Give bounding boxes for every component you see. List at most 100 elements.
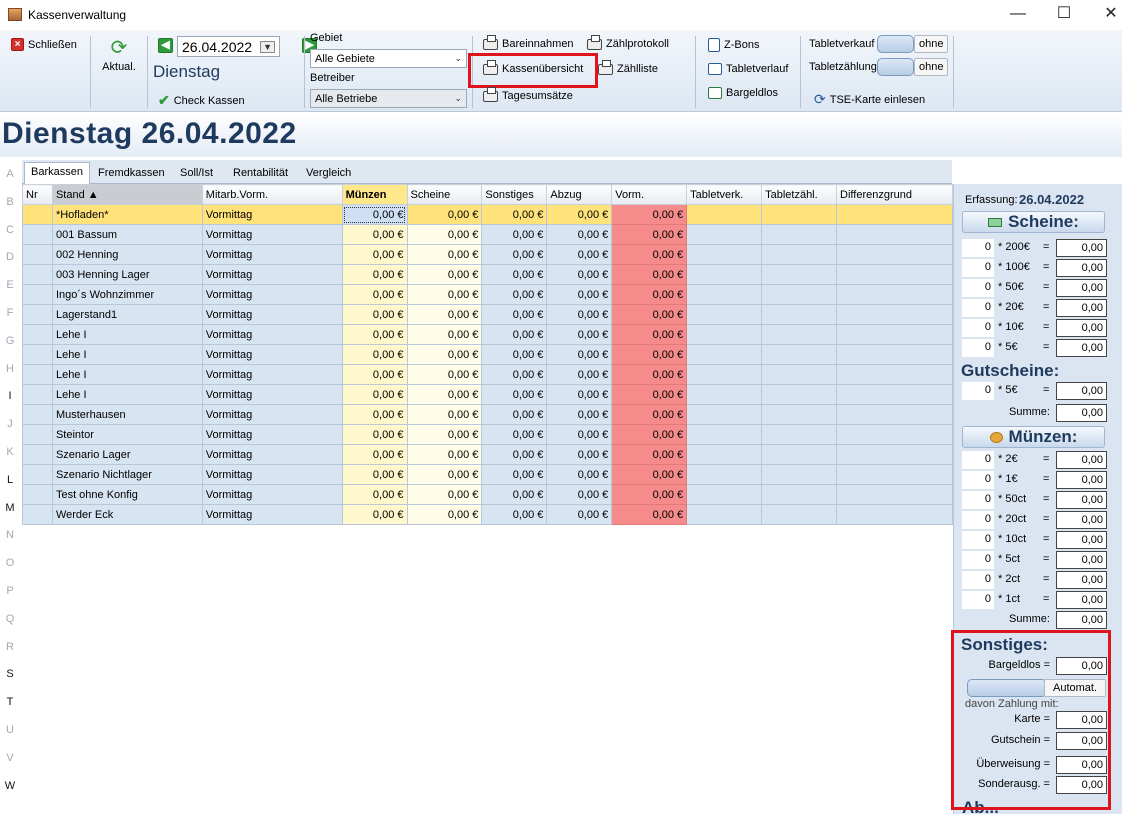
previous-day-button[interactable]: ◀ [158,38,173,53]
schein-count[interactable]: 0 [962,279,994,297]
letter-index-item[interactable]: H [0,363,20,375]
tagesumsaetze-button[interactable]: Tagesumsätze [483,86,573,102]
tab-soll-ist[interactable]: Soll/Ist [174,164,219,184]
letter-index-item[interactable]: F [0,307,20,319]
letter-index-item[interactable]: E [0,279,20,291]
cell-muenzen[interactable]: 0,00 € [341,264,408,285]
cell-abzug[interactable]: 0,00 € [546,364,613,385]
cell-tabletzaehl[interactable] [761,344,838,365]
cell-mitarb[interactable]: Vormittag [201,424,343,445]
cell-nr[interactable] [22,244,53,265]
cell-abzug[interactable]: 0,00 € [546,324,613,345]
cell-stand[interactable]: 001 Bassum [51,224,203,245]
cell-tabletzaehl[interactable] [761,244,838,265]
cell-mitarb[interactable]: Vormittag [201,264,343,285]
cell-stand[interactable]: Szenario Nichtlager [51,464,203,485]
cell-muenzen[interactable]: 0,00 € [341,284,408,305]
table-row[interactable]: Lehe I Vormittag 0,00 €0,00 €0,00 €0,00 €0… [22,384,953,405]
cell-tabletverk[interactable] [686,364,763,385]
column-header-sonstiges[interactable]: Sonstiges [481,184,548,205]
column-header-stand[interactable]: Stand ▲ [51,184,203,205]
cell-sonstiges[interactable]: 0,00 € [481,264,548,285]
bareinnahmen-button[interactable]: Bareinnahmen [483,34,574,50]
cell-tabletzaehl[interactable] [761,404,838,425]
cell-tabletverk[interactable] [686,304,763,325]
column-header-differenzgrund[interactable]: Differenzgrund [836,184,953,205]
table-row[interactable]: Steintor Vormittag 0,00 €0,00 €0,00 €0,00 … [22,424,953,445]
cell-nr[interactable] [22,364,53,385]
cell-stand[interactable]: Lehe I [51,364,203,385]
muenze-count[interactable]: 0 [962,491,994,509]
cell-vorm[interactable]: 0,00 € [611,264,688,285]
table-row[interactable]: Szenario Nichtlager Vormittag 0,00 €0,00 €… [22,464,953,485]
cell-differenzgrund[interactable] [836,404,953,425]
cell-scheine[interactable]: 0,00 € [406,304,483,325]
cell-nr[interactable] [22,324,53,345]
cell-scheine[interactable]: 0,00 € [406,484,483,505]
tabletzaehlung-ohne-button[interactable]: ohne [914,58,949,76]
cell-vorm[interactable]: 0,00 € [611,424,688,445]
cell-differenzgrund[interactable] [836,284,953,305]
cell-scheine[interactable]: 0,00 € [406,364,483,385]
tab-barkassen[interactable]: Barkassen [24,162,90,184]
cell-tabletverk[interactable] [686,344,763,365]
tabletverkauf-ohne-button[interactable]: ohne [914,35,949,53]
cell-scheine[interactable]: 0,00 € [406,464,483,485]
table-row[interactable]: Lehe I Vormittag 0,00 €0,00 €0,00 €0,00 €0… [22,324,953,345]
letter-index-item[interactable]: K [0,446,20,458]
cell-nr[interactable] [22,504,53,525]
cell-scheine[interactable]: 0,00 € [406,324,483,345]
cell-scheine[interactable]: 0,00 € [406,204,483,225]
table-row[interactable]: Lehe I Vormittag 0,00 €0,00 €0,00 €0,00 €0… [22,344,953,365]
cell-stand[interactable]: Lehe I [51,324,203,345]
letter-index-item[interactable]: V [0,752,20,764]
cell-tabletverk[interactable] [686,284,763,305]
close-window-button[interactable]: ✕ [1088,4,1122,26]
letter-index-item[interactable]: R [0,641,20,653]
cell-abzug[interactable]: 0,00 € [546,204,613,225]
cell-tabletzaehl[interactable] [761,204,838,225]
cell-muenzen[interactable]: 0,00 € [341,404,408,425]
muenze-count[interactable]: 0 [962,471,994,489]
cell-stand[interactable]: Test ohne Konfig [51,484,203,505]
cell-mitarb[interactable]: Vormittag [201,404,343,425]
cell-stand[interactable]: Lehe I [51,384,203,405]
letter-index-item[interactable]: N [0,529,20,541]
cell-differenzgrund[interactable] [836,204,953,225]
cell-scheine[interactable]: 0,00 € [406,424,483,445]
betreiber-select[interactable]: Alle Betriebe ⌄ [310,89,467,108]
close-button[interactable]: × Schließen [11,38,77,51]
cell-tabletverk[interactable] [686,224,763,245]
cell-nr[interactable] [22,344,53,365]
zbons-button[interactable]: Z-Bons [708,38,759,52]
letter-index-item[interactable]: B [0,196,20,208]
cell-stand[interactable]: Musterhausen [51,404,203,425]
date-picker[interactable]: 26.04.2022 ▼ [177,36,280,57]
cell-tabletzaehl[interactable] [761,304,838,325]
cell-tabletverk[interactable] [686,444,763,465]
cell-nr[interactable] [22,284,53,305]
letter-index-item[interactable]: G [0,335,20,347]
table-row[interactable]: 002 Henning Vormittag 0,00 €0,00 €0,00 €0,… [22,244,953,265]
kassenuebersicht-button[interactable]: Kassenübersicht [483,59,583,75]
cell-vorm[interactable]: 0,00 € [611,284,688,305]
cell-muenzen[interactable]: 0,00 € [341,504,408,525]
cell-abzug[interactable]: 0,00 € [546,444,613,465]
column-header-tabletverk[interactable]: Tabletverk. [686,184,763,205]
cell-abzug[interactable]: 0,00 € [546,424,613,445]
cell-scheine[interactable]: 0,00 € [406,264,483,285]
cell-mitarb[interactable]: Vormittag [201,224,343,245]
cell-sonstiges[interactable]: 0,00 € [481,384,548,405]
cell-tabletzaehl[interactable] [761,264,838,285]
cell-differenzgrund[interactable] [836,324,953,345]
cell-tabletzaehl[interactable] [761,464,838,485]
cell-nr[interactable] [22,404,53,425]
cell-tabletverk[interactable] [686,204,763,225]
cell-nr[interactable] [22,444,53,465]
cell-nr[interactable] [22,204,53,225]
cell-sonstiges[interactable]: 0,00 € [481,444,548,465]
table-row[interactable]: Werder Eck Vormittag 0,00 €0,00 €0,00 €0,0… [22,504,953,525]
letter-index-item[interactable]: P [0,585,20,597]
cell-mitarb[interactable]: Vormittag [201,364,343,385]
cell-stand[interactable]: *Hofladen* [51,204,203,225]
